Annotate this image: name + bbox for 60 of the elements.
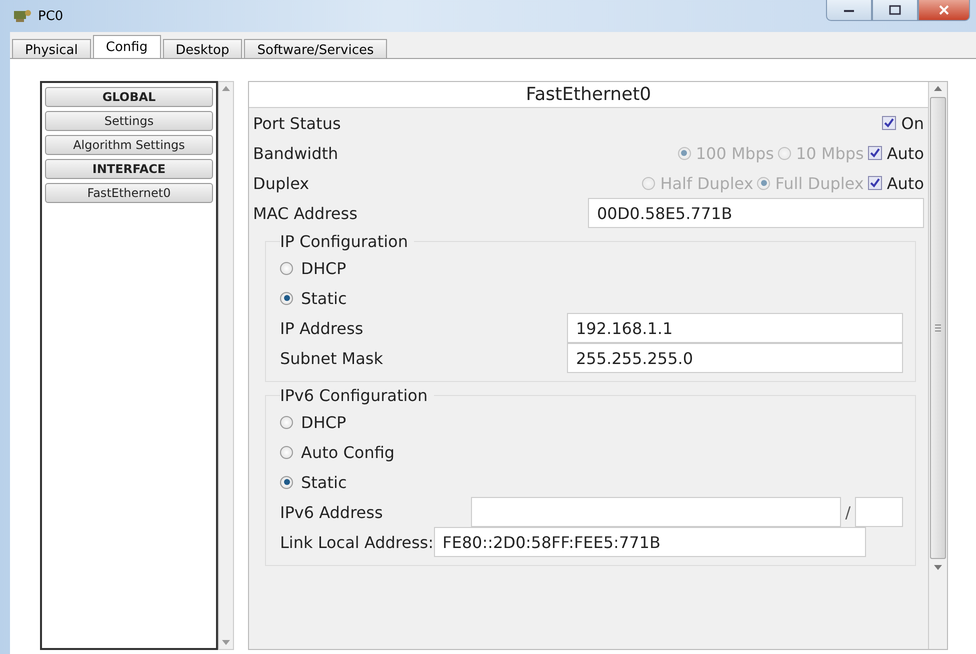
tab[interactable]: Desktop bbox=[162, 39, 242, 58]
option-label: 100 Mbps bbox=[696, 144, 774, 162]
field-label: IPv6 Address bbox=[280, 502, 383, 522]
scrollbar[interactable] bbox=[928, 82, 947, 649]
minimize-icon bbox=[843, 7, 855, 13]
input-field[interactable]: 255.255.255.0 bbox=[567, 343, 903, 373]
option-label: Auto Config bbox=[301, 442, 395, 462]
input-field[interactable]: 00D0.58E5.771B bbox=[588, 198, 924, 228]
sidebar-item[interactable]: FastEthernet0 bbox=[45, 183, 213, 203]
field-label: IP Address bbox=[280, 318, 364, 338]
minimize-button[interactable] bbox=[826, 0, 872, 21]
field-label: Subnet Mask bbox=[280, 348, 384, 368]
field-label: Link Local Address: bbox=[280, 532, 434, 552]
tab[interactable]: Physical bbox=[12, 39, 91, 58]
tab[interactable]: Software/Services bbox=[244, 39, 387, 58]
input-field[interactable]: FE80::2D0:58FF:FEE5:771B bbox=[434, 527, 866, 557]
scrollbar[interactable] bbox=[218, 81, 234, 650]
scroll-up-icon[interactable] bbox=[222, 86, 230, 91]
close-icon bbox=[938, 5, 950, 15]
option-label: Half Duplex bbox=[660, 174, 754, 192]
option-label: DHCP bbox=[301, 258, 346, 278]
sidebar-item[interactable]: Settings bbox=[45, 111, 213, 131]
scroll-up-icon[interactable] bbox=[934, 86, 942, 91]
checkbox[interactable] bbox=[882, 116, 896, 130]
grip-icon bbox=[935, 324, 941, 332]
option-label: Full Duplex bbox=[775, 174, 864, 192]
field-label: Duplex bbox=[253, 174, 310, 192]
separator: / bbox=[844, 502, 852, 522]
section-header[interactable]: INTERFACE bbox=[45, 159, 213, 179]
option-label: Static bbox=[301, 288, 347, 308]
field-label: Bandwidth bbox=[253, 144, 338, 162]
field-label: Port Status bbox=[253, 114, 341, 132]
input-field[interactable] bbox=[855, 497, 903, 527]
tab[interactable]: Config bbox=[92, 35, 161, 58]
panel-title: FastEthernet0 bbox=[249, 82, 928, 108]
radio-button[interactable] bbox=[280, 292, 293, 304]
radio-button[interactable] bbox=[280, 416, 293, 428]
radio-button[interactable] bbox=[280, 446, 293, 458]
option-label: Auto bbox=[886, 144, 924, 162]
option-label: On bbox=[901, 114, 924, 132]
radio-button[interactable] bbox=[280, 262, 293, 274]
app-icon bbox=[12, 8, 32, 24]
maximize-button[interactable] bbox=[872, 0, 918, 21]
window-title: PC0 bbox=[38, 8, 64, 24]
radio-button[interactable] bbox=[280, 476, 293, 488]
maximize-icon bbox=[889, 5, 901, 15]
close-button[interactable] bbox=[918, 0, 970, 21]
option-label: Static bbox=[301, 472, 347, 492]
option-label: DHCP bbox=[301, 412, 346, 432]
scroll-down-icon[interactable] bbox=[222, 640, 230, 645]
group-title: IPv6 Configuration bbox=[280, 386, 429, 405]
sidebar-item[interactable]: Algorithm Settings bbox=[45, 135, 213, 155]
section-header[interactable]: GLOBAL bbox=[45, 87, 213, 107]
option-label: Auto bbox=[886, 174, 924, 192]
input-field[interactable]: 192.168.1.1 bbox=[567, 313, 903, 343]
group-title: IP Configuration bbox=[280, 232, 409, 251]
field-label: MAC Address bbox=[253, 204, 358, 222]
option-label: 10 Mbps bbox=[796, 144, 864, 162]
input-field[interactable] bbox=[471, 497, 841, 527]
scroll-down-icon[interactable] bbox=[934, 565, 942, 570]
